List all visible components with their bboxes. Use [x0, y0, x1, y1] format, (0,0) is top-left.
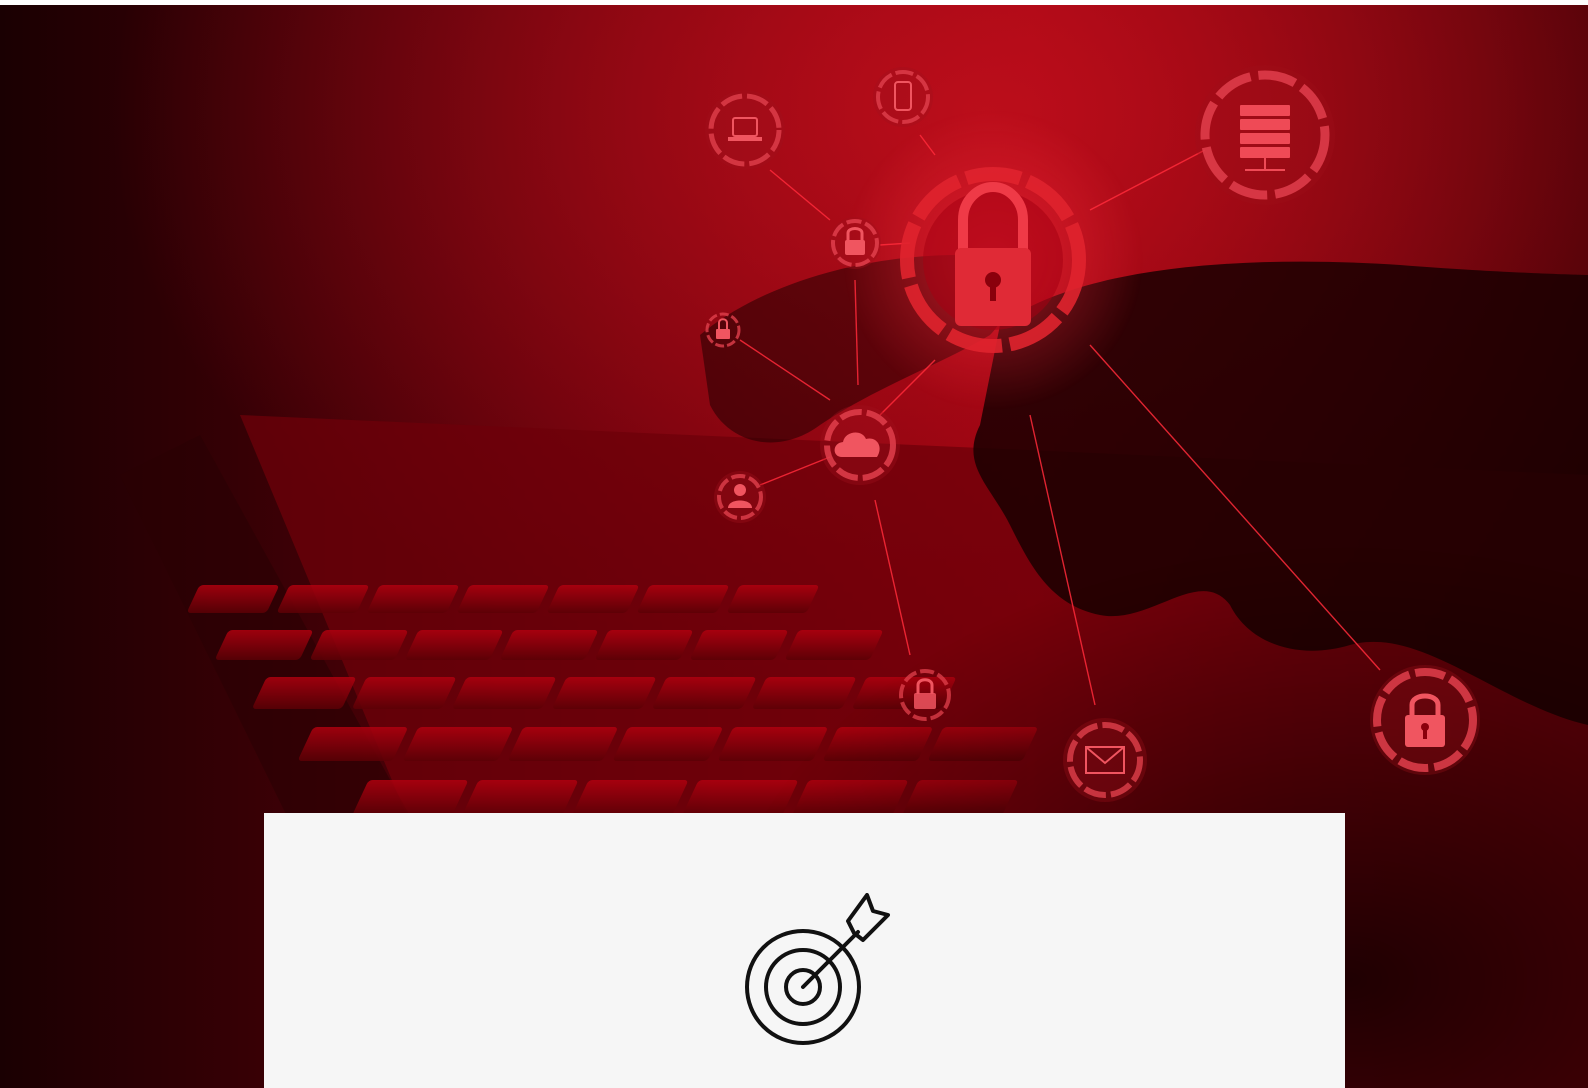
- user-icon: [714, 471, 766, 523]
- smartphone-icon: [873, 67, 933, 127]
- padlock-corner-icon: [1370, 665, 1480, 775]
- target-icon: [740, 893, 900, 1053]
- envelope-icon: [1063, 718, 1147, 802]
- padlock-icon: [829, 217, 881, 269]
- laptop-icon: [705, 90, 785, 170]
- padlock-main-icon: [843, 110, 1143, 410]
- page: [0, 0, 1588, 1088]
- server-icon: [1195, 65, 1335, 205]
- cloud-icon: [820, 405, 900, 485]
